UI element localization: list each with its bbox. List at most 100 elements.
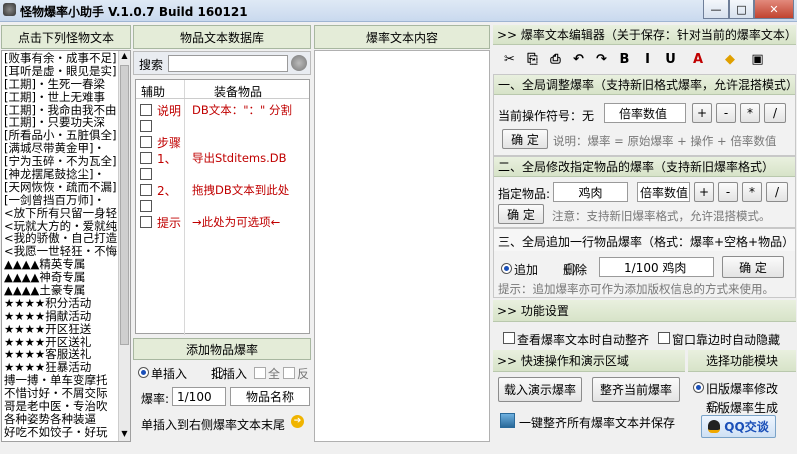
monster-list-item[interactable]: <我愿一世轻狂・不悔>	[4, 245, 118, 258]
auto-align-label[interactable]: 查看爆率文本时自动整齐	[517, 331, 649, 348]
op-multiply-button-1[interactable]: *	[740, 103, 760, 123]
save-all-link[interactable]: 一键整齐所有爆率文本并保存	[519, 414, 675, 431]
monster-list-item[interactable]: [天网恢恢・疏而不漏]	[4, 181, 118, 194]
single-insert-label[interactable]: 单插入	[151, 365, 187, 382]
row-checkbox[interactable]	[140, 152, 152, 164]
underline-icon[interactable]: U	[660, 49, 681, 69]
append-to-end-link[interactable]: 单插入到右侧爆率文本末尾	[141, 416, 285, 433]
rate-content-area[interactable]	[314, 50, 490, 442]
auto-align-checkbox[interactable]	[503, 332, 515, 344]
monster-list-item[interactable]: [耳听是虚・眼见是实]	[4, 65, 118, 78]
monster-list-item[interactable]: [工期]・世上无难事	[4, 91, 118, 104]
select-all-checkbox[interactable]	[254, 367, 266, 379]
op-plus-button-1[interactable]: +	[692, 103, 712, 123]
monster-list-item[interactable]: [工期]・只要功夫深	[4, 116, 118, 129]
multiplier-input-1[interactable]: 倍率数值	[604, 103, 686, 123]
monster-list-item[interactable]: ★★★★开区送礼	[4, 336, 118, 349]
save-all-icon[interactable]	[500, 413, 515, 428]
table-row[interactable]: 说明 DB文本："：" 分割	[136, 102, 309, 118]
op-minus-button-1[interactable]: -	[716, 103, 736, 123]
monster-list-item[interactable]: [神龙摆尾鼓捻尘]・	[4, 168, 118, 181]
rate-input[interactable]: 1/100	[172, 387, 226, 406]
italic-icon[interactable]: I	[637, 49, 658, 69]
redo-icon[interactable]: ↷	[591, 49, 612, 69]
scroll-down-arrow[interactable]: ▼	[119, 429, 130, 441]
monster-list-item[interactable]: 搏一搏・单车变摩托	[4, 374, 118, 387]
op-plus-button-2[interactable]: +	[694, 182, 714, 202]
cut-icon[interactable]: ✂	[499, 49, 520, 69]
table-row[interactable]: 提示 →此处为可选项←	[136, 214, 309, 230]
append-radio[interactable]	[501, 263, 512, 274]
monster-list-item[interactable]: [一剑曾挡百万师]・	[4, 194, 118, 207]
old-version-radio[interactable]	[693, 382, 704, 393]
item-name-input[interactable]: 物品名称	[230, 387, 310, 406]
align-current-button[interactable]: 整齐当前爆率	[592, 377, 680, 402]
monster-list-item[interactable]: ★★★★开区狂送	[4, 323, 118, 336]
row-checkbox[interactable]	[140, 136, 152, 148]
table-row[interactable]	[136, 166, 309, 182]
undo-icon[interactable]: ↶	[568, 49, 589, 69]
monster-list-item[interactable]: 好吃不如饺子・好玩	[4, 426, 118, 439]
row-checkbox[interactable]	[140, 104, 152, 116]
table-row[interactable]: 2、 拖拽DB文本到此处	[136, 182, 309, 198]
save-icon[interactable]: ▣	[747, 49, 768, 69]
delete-label[interactable]: 删除	[563, 261, 587, 278]
append-rate-input[interactable]: 1/100 鸡肉	[599, 257, 714, 277]
reverse-label[interactable]: 反	[297, 365, 309, 382]
confirm-button-3[interactable]: 确 定	[722, 256, 784, 278]
monster-list-item[interactable]: <我的骄傲・自己打造>	[4, 232, 118, 245]
select-all-label[interactable]: 全	[268, 365, 280, 382]
row-checkbox[interactable]	[140, 120, 152, 132]
monster-list-item[interactable]: 各种姿势各种装逼	[4, 413, 118, 426]
monster-list-item[interactable]: ▲▲▲▲精英专属	[4, 258, 118, 271]
op-divide-button-2[interactable]: /	[766, 182, 788, 202]
search-icon[interactable]	[291, 55, 307, 71]
table-row[interactable]: 步骤	[136, 134, 309, 150]
monster-list-item[interactable]: [宁为玉碎・不为瓦全]	[4, 155, 118, 168]
row-checkbox[interactable]	[140, 200, 152, 212]
row-checkbox[interactable]	[140, 216, 152, 228]
maximize-button[interactable]: □	[729, 0, 754, 19]
font-color-icon[interactable]: A	[683, 49, 713, 69]
reverse-checkbox[interactable]	[283, 367, 295, 379]
target-item-input[interactable]: 鸡肉	[553, 182, 628, 202]
auto-hide-checkbox[interactable]	[658, 332, 670, 344]
minimize-button[interactable]: —	[703, 0, 729, 19]
monster-list-item[interactable]: ▲▲▲▲神奇专属	[4, 271, 118, 284]
search-input[interactable]	[168, 55, 288, 72]
monster-list-item[interactable]: ▲▲▲▲土豪专属	[4, 284, 118, 297]
auto-hide-label[interactable]: 窗口靠边时自动隐藏	[672, 331, 780, 348]
monster-list-item[interactable]: ★★★★积分活动	[4, 297, 118, 310]
monster-list-item[interactable]: [工期]・我命由我不由	[4, 104, 118, 117]
qq-chat-button[interactable]: QQ交谈	[701, 415, 776, 438]
op-minus-button-2[interactable]: -	[718, 182, 738, 202]
table-row[interactable]	[136, 118, 309, 134]
bold-icon[interactable]: B	[614, 49, 635, 69]
table-row[interactable]: 1、 导出Stditems.DB	[136, 150, 309, 166]
monster-list[interactable]: [败事有余・成事不足] [耳听是虚・眼见是实] [工期]・生死一春梁 [工期]・世上无…	[1, 50, 131, 442]
arrow-right-icon[interactable]: ➔	[291, 415, 304, 428]
monster-list-scrollbar[interactable]: ▲ ▼	[118, 51, 130, 441]
monster-list-item[interactable]: [所看品小・五脏俱全]	[4, 129, 118, 142]
monster-list-item[interactable]: [败事有余・成事不足]	[4, 52, 118, 65]
batch-insert-label[interactable]: 批插入	[211, 365, 247, 382]
row-checkbox[interactable]	[140, 184, 152, 196]
confirm-button-2[interactable]: 确 定	[498, 204, 544, 224]
row-checkbox[interactable]	[140, 168, 152, 180]
monster-list-item[interactable]: ★★★★狂暴活动	[4, 361, 118, 374]
monster-list-item[interactable]: <放下所有只留一身轻>	[4, 207, 118, 220]
op-multiply-button-2[interactable]: *	[742, 182, 762, 202]
monster-list-item[interactable]: 哥是老中医・专治吹	[4, 400, 118, 413]
single-insert-radio[interactable]	[138, 367, 149, 378]
monster-list-item[interactable]: ★★★★捐献活动	[4, 310, 118, 323]
multiplier-input-2[interactable]: 倍率数值	[637, 182, 690, 202]
close-button[interactable]: ✕	[754, 0, 794, 19]
op-divide-button-1[interactable]: /	[764, 103, 786, 123]
load-demo-button[interactable]: 载入演示爆率	[498, 377, 582, 402]
paste-icon[interactable]: ⎙	[545, 49, 566, 69]
monster-list-item[interactable]: [工期]・生死一春梁	[4, 78, 118, 91]
old-version-label[interactable]: 旧版爆率修改	[706, 380, 778, 397]
copy-icon[interactable]: ⎘	[522, 49, 543, 69]
scroll-thumb[interactable]	[120, 65, 129, 345]
monster-list-item[interactable]: <玩就大方的・爱就纯>	[4, 220, 118, 233]
